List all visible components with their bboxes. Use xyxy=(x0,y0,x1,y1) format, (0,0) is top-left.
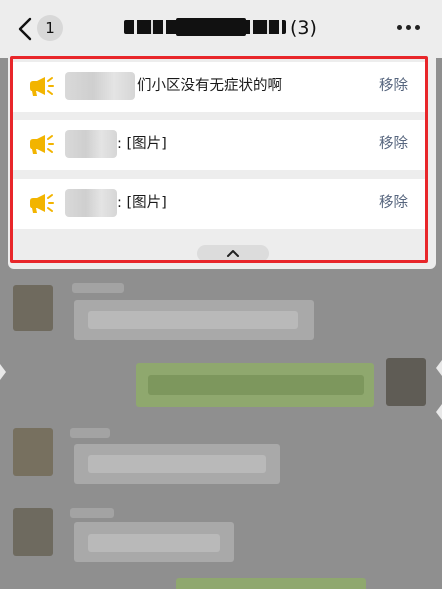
remove-button[interactable]: 移除 xyxy=(379,193,408,213)
remove-button[interactable]: 移除 xyxy=(379,134,408,154)
blurred-text xyxy=(148,375,364,395)
redacted-sender xyxy=(65,189,117,217)
megaphone-icon xyxy=(30,194,54,213)
pinned-item[interactable]: 们小区没有无症状的啊 移除 xyxy=(13,62,427,112)
blurred-bubble xyxy=(176,578,366,589)
pinned-item-text: : [图片] xyxy=(117,195,167,211)
pinned-item-text: 们小区没有无症状的啊 xyxy=(137,78,282,94)
edge-arrow xyxy=(0,364,6,380)
megaphone-icon xyxy=(30,77,54,96)
edge-arrow xyxy=(436,360,442,376)
blurred-name xyxy=(72,283,124,293)
redacted-sender xyxy=(65,130,117,158)
blurred-text xyxy=(88,534,220,552)
remove-button[interactable]: 移除 xyxy=(379,76,408,96)
redacted-sender xyxy=(65,72,135,100)
member-count: (3) xyxy=(290,17,317,39)
pinned-item[interactable]: : [图片] 移除 xyxy=(13,120,427,170)
chevron-left-icon[interactable] xyxy=(15,16,37,42)
blurred-text xyxy=(88,311,298,329)
edge-arrow xyxy=(436,404,442,420)
unread-count-badge[interactable]: 1 xyxy=(37,15,63,41)
pinned-item-text: : [图片] xyxy=(117,136,167,152)
collapse-button[interactable] xyxy=(197,245,269,262)
blurred-name xyxy=(70,428,110,438)
more-dots-icon[interactable] xyxy=(397,25,421,31)
chevron-up-icon xyxy=(227,250,239,257)
chat-header: 1 (3) xyxy=(0,0,442,58)
avatar xyxy=(13,285,53,331)
chat-title: (3) xyxy=(124,14,324,42)
avatar xyxy=(13,508,53,556)
redacted-title xyxy=(176,18,246,36)
pinned-item[interactable]: : [图片] 移除 xyxy=(13,179,427,229)
blurred-text xyxy=(88,455,266,473)
megaphone-icon xyxy=(30,135,54,154)
avatar xyxy=(13,428,53,476)
avatar xyxy=(386,358,426,406)
blurred-name xyxy=(70,508,114,518)
